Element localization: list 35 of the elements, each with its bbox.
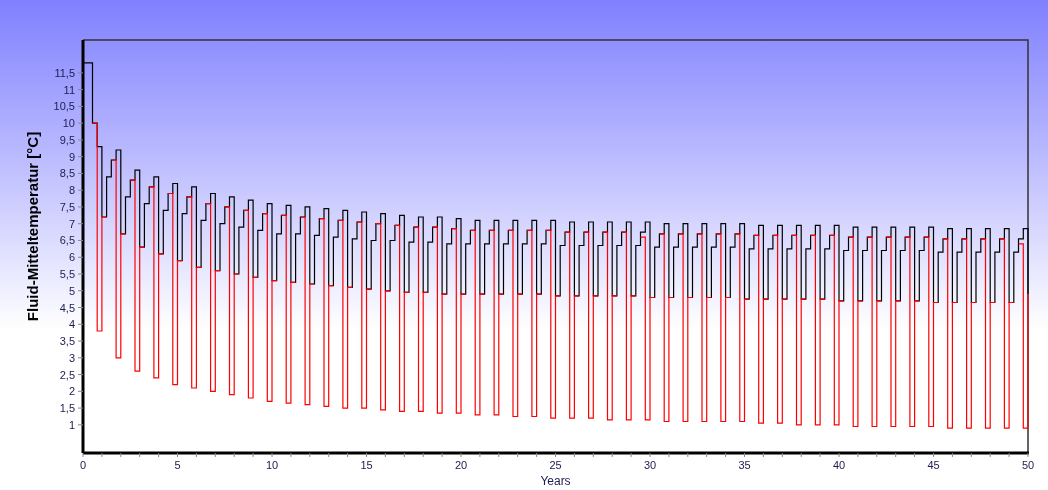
axis-title: Fluid-Mitteltemperatur [°C] bbox=[24, 131, 41, 322]
tick-label: 4,5 bbox=[59, 301, 75, 314]
tick-label: 40 bbox=[832, 459, 846, 471]
tick-label: 4 bbox=[68, 318, 75, 331]
tick-label: 10 bbox=[265, 459, 279, 471]
tick-label: 3 bbox=[68, 351, 75, 364]
tick-label: 11 bbox=[63, 83, 75, 96]
tick-label: 35 bbox=[738, 459, 751, 471]
tick-label: 8 bbox=[68, 184, 75, 197]
tick-label: 3,5 bbox=[59, 335, 75, 348]
tick-label: 1,5 bbox=[59, 402, 75, 415]
tick-label: 6,5 bbox=[59, 234, 75, 247]
tick-label: 2 bbox=[68, 385, 75, 398]
tick-label: 9 bbox=[68, 150, 75, 163]
tick-label: 30 bbox=[643, 459, 657, 471]
axis-title: Years bbox=[540, 474, 571, 488]
tick-label: 7,5 bbox=[59, 200, 75, 213]
tick-label: 0 bbox=[79, 459, 87, 471]
tick-label: 5 bbox=[174, 459, 181, 471]
tick-label: 9,5 bbox=[59, 133, 75, 146]
tick-label: 10 bbox=[62, 117, 75, 130]
tick-label: 2,5 bbox=[59, 368, 75, 381]
tick-label: 1 bbox=[68, 418, 75, 431]
tick-label: 6 bbox=[68, 251, 75, 264]
tick-label: 45 bbox=[927, 459, 940, 471]
tick-label: 11,5 bbox=[54, 66, 75, 79]
tick-label: 20 bbox=[454, 459, 468, 471]
tick-label: 15 bbox=[360, 459, 373, 471]
tick-label: 25 bbox=[549, 459, 562, 471]
tick-label: 7 bbox=[68, 217, 75, 230]
tick-label: 5 bbox=[68, 284, 75, 297]
tick-label: 8,5 bbox=[59, 167, 75, 180]
tick-label: 10,5 bbox=[53, 100, 75, 113]
tick-label: 50 bbox=[1021, 459, 1035, 471]
tick-label: 5,5 bbox=[59, 268, 75, 280]
